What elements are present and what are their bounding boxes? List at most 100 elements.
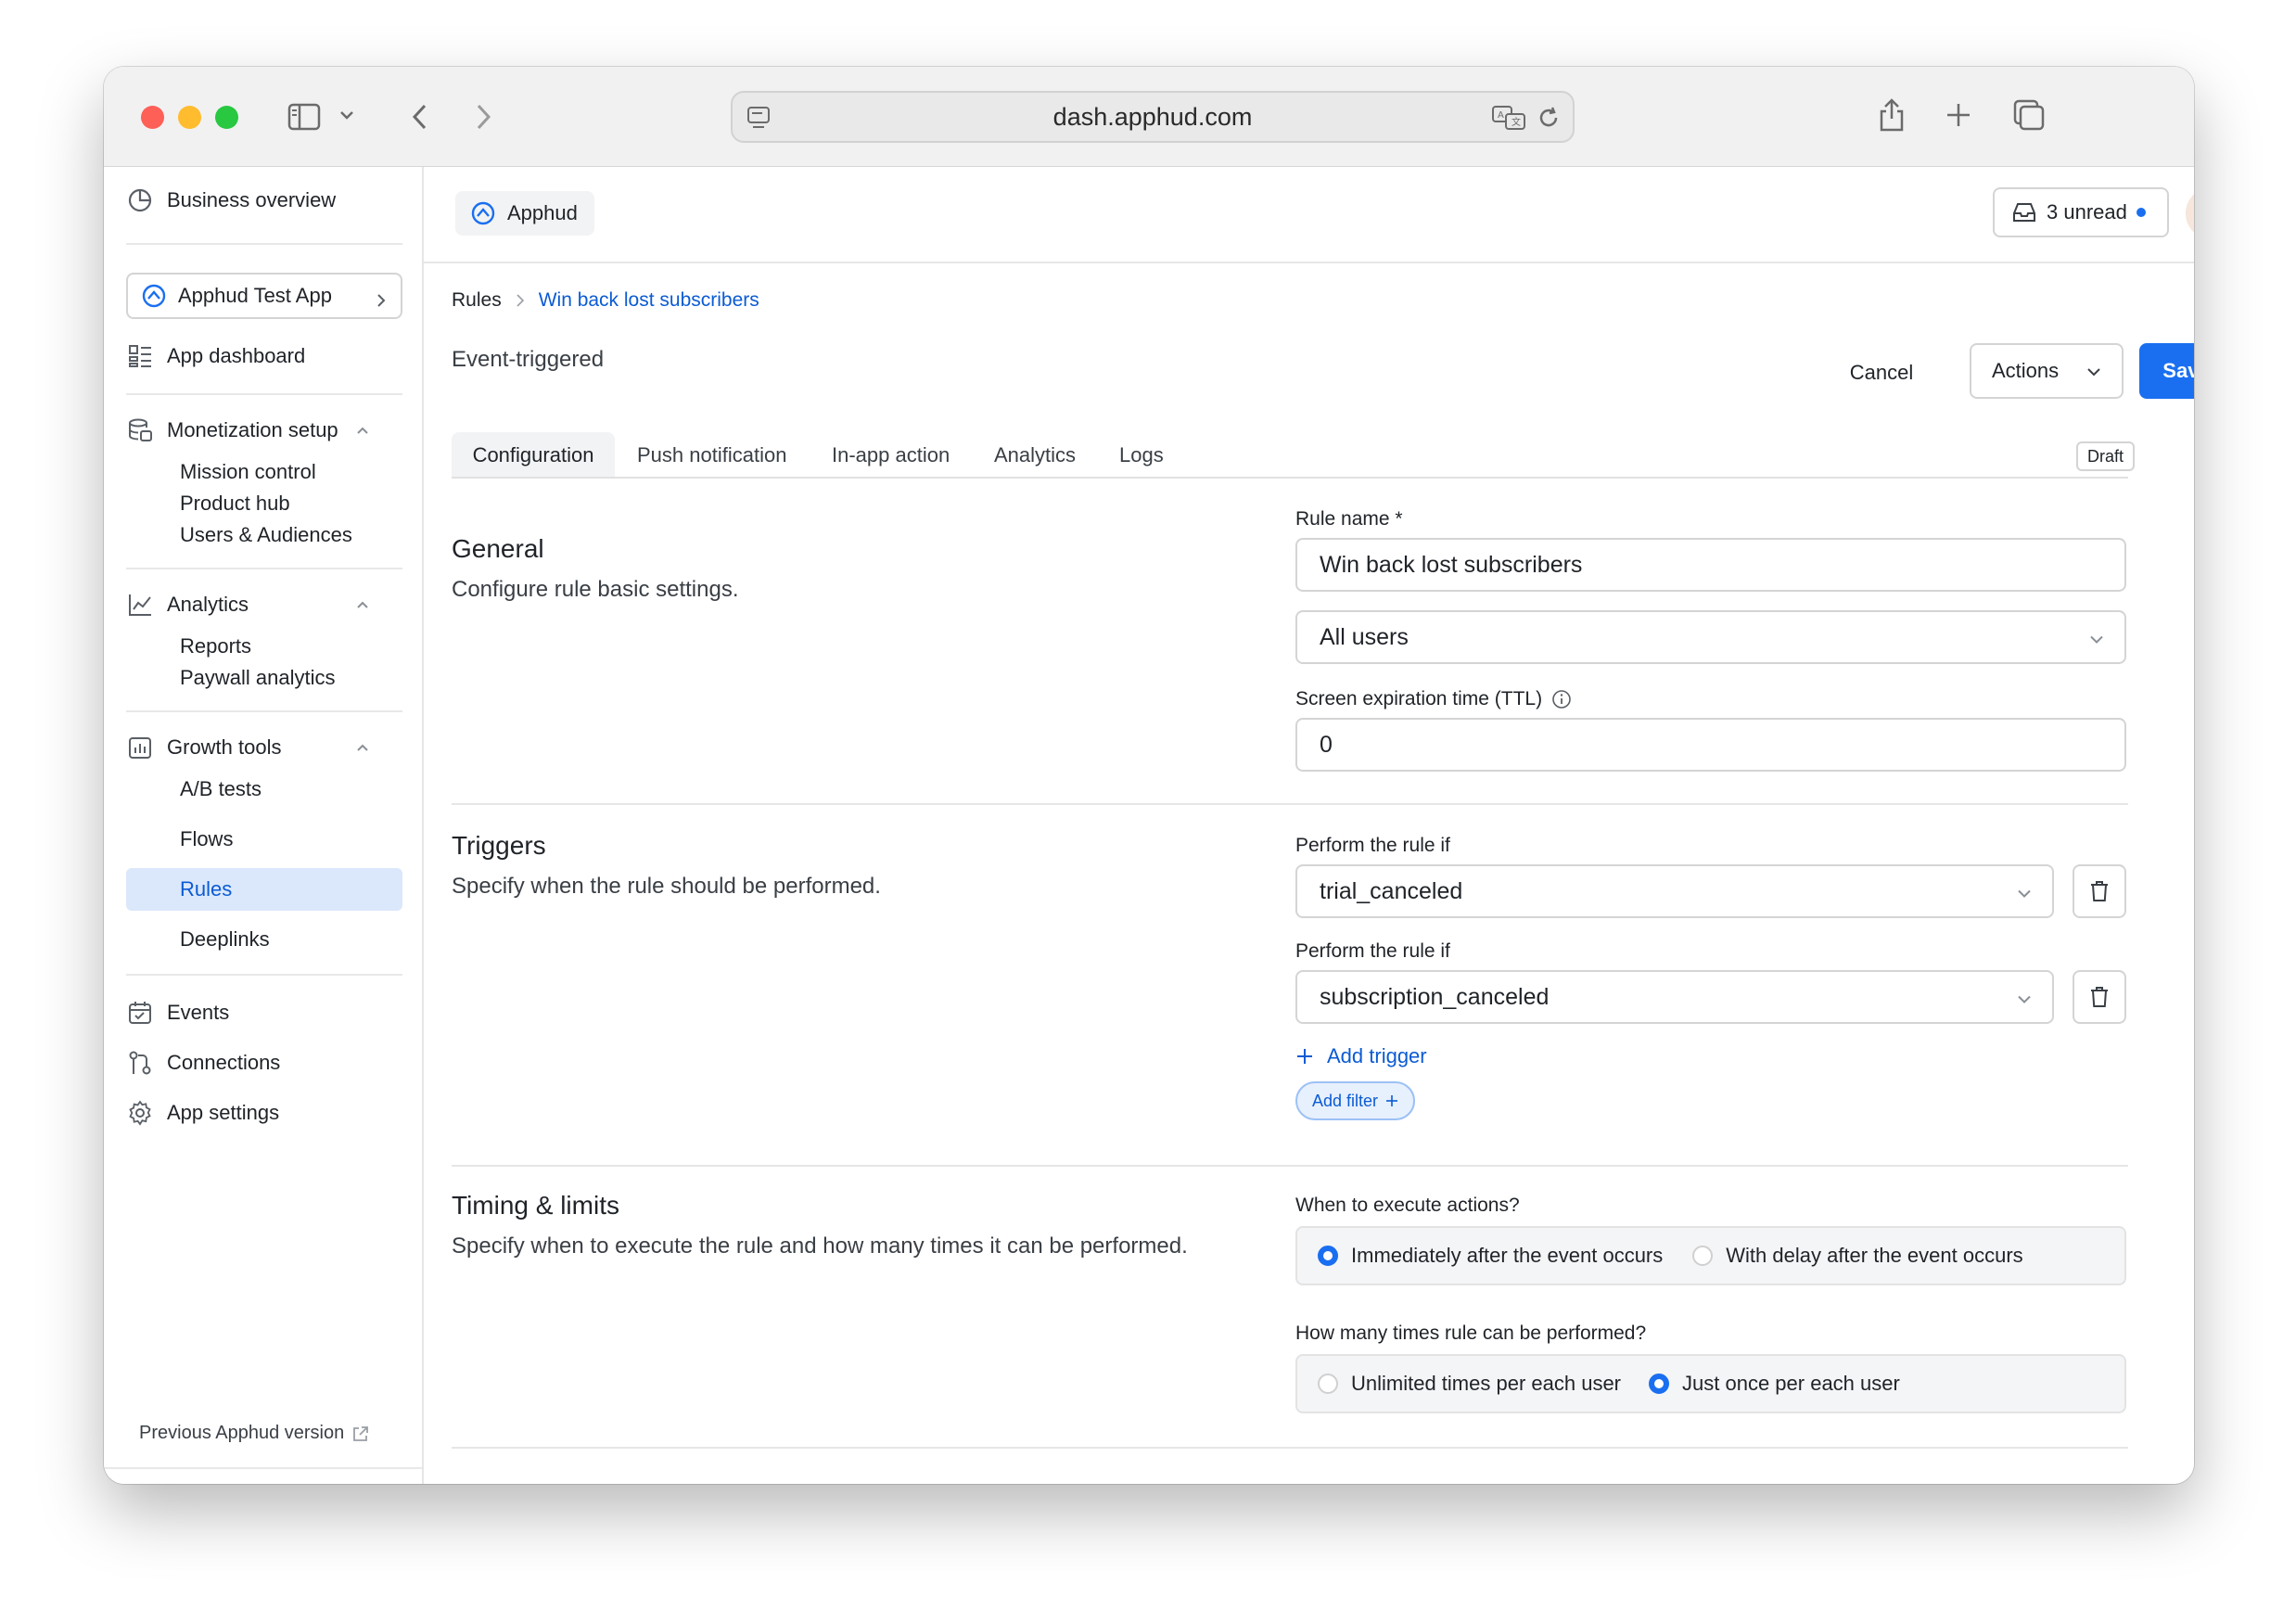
app-selector[interactable]: Apphud Test App (126, 273, 402, 319)
chevron-down-icon (2017, 984, 2032, 1011)
sidebar-item-app-dashboard[interactable]: App dashboard (126, 336, 305, 377)
sidebar-item-label: App dashboard (167, 344, 306, 367)
previous-version-label: Previous Apphud version (139, 1423, 345, 1443)
sidebar-group-monetization[interactable]: Monetization setup (126, 410, 402, 451)
apphud-logo-icon (470, 200, 496, 226)
forward-arrow-icon[interactable] (467, 98, 501, 135)
radio-immediately[interactable]: Immediately after the event occurs (1318, 1244, 1663, 1268)
save-button[interactable]: Save (2139, 343, 2194, 399)
sidebar-group-growth-tools[interactable]: Growth tools (126, 727, 402, 768)
trigger-select[interactable]: trial_canceled (1295, 864, 2054, 918)
sidebar-item-label: Connections (167, 1051, 281, 1074)
sidebar-item-ab-tests[interactable]: A/B tests (126, 768, 402, 811)
app-topbar: Apphud 3 unread (424, 167, 2194, 263)
database-icon (126, 416, 154, 444)
add-trigger-button[interactable]: Add trigger (1295, 1044, 1427, 1068)
sidebar-group-label: Growth tools (167, 735, 282, 759)
ttl-label-row: Screen expiration time (TTL) (1295, 688, 1572, 710)
plus-icon (1385, 1094, 1398, 1107)
cancel-button[interactable]: Cancel (1835, 347, 1928, 399)
translate-icon[interactable]: A文 (1491, 104, 1526, 138)
section-desc-triggers: Specify when the rule should be performe… (452, 874, 881, 899)
chevron-down-icon[interactable] (336, 104, 358, 126)
trigger-value: trial_canceled (1320, 877, 1463, 904)
previous-version-link[interactable]: Previous Apphud version (139, 1423, 370, 1444)
radio-just-once[interactable]: Just once per each user (1649, 1372, 1900, 1396)
brand-chip[interactable]: Apphud (455, 191, 594, 236)
browser-toolbar: dash.apphud.com A文 (104, 67, 2194, 167)
actions-label: Actions (1992, 359, 2060, 382)
tabs-underline (452, 477, 2128, 479)
sidebar-item-business-overview[interactable]: Business overview (126, 180, 336, 221)
section-title-general: General (452, 534, 544, 563)
radio-with-delay[interactable]: With delay after the event occurs (1692, 1244, 2023, 1268)
tab-overview-icon[interactable] (2009, 95, 2049, 135)
minimize-window-button[interactable] (178, 106, 201, 129)
times-label: How many times rule can be performed? (1295, 1323, 1647, 1344)
back-arrow-icon[interactable] (402, 98, 436, 135)
add-trigger-label: Add trigger (1327, 1044, 1427, 1067)
sidebar-item-flows[interactable]: Flows (126, 818, 402, 861)
radio-dot (1318, 1374, 1338, 1394)
status-badge: Draft (2076, 441, 2136, 471)
delete-trigger-button[interactable] (2073, 970, 2126, 1024)
trigger-select[interactable]: subscription_canceled (1295, 970, 2054, 1024)
connections-icon (126, 1049, 154, 1077)
unread-dot (2136, 208, 2146, 217)
site-settings-icon[interactable] (746, 104, 773, 138)
breadcrumb-rules[interactable]: Rules (452, 289, 502, 312)
avatar[interactable] (2186, 187, 2194, 239)
sidebar-item-deeplinks[interactable]: Deeplinks (126, 918, 402, 961)
trigger-label: Perform the rule if (1295, 940, 1450, 962)
radio-unlimited[interactable]: Unlimited times per each user (1318, 1372, 1621, 1396)
chevron-down-icon (2086, 367, 2101, 377)
share-icon[interactable] (1871, 93, 1912, 137)
tab-in-app-action[interactable]: In-app action (832, 432, 950, 479)
tab-configuration[interactable]: Configuration (452, 432, 615, 479)
section-desc-general: Configure rule basic settings. (452, 577, 739, 602)
line-chart-icon (126, 591, 154, 619)
section-divider (452, 1447, 2128, 1449)
sidebar-item-events[interactable]: Events (126, 992, 229, 1033)
chevron-up-icon (356, 424, 369, 437)
address-bar[interactable]: dash.apphud.com A文 (731, 91, 1575, 143)
sidebar-group-label: Analytics (167, 593, 249, 616)
zoom-window-button[interactable] (215, 106, 238, 129)
inbox-icon (2011, 201, 2037, 224)
chevron-down-icon (2017, 878, 2032, 905)
breadcrumb-current[interactable]: Win back lost subscribers (539, 289, 759, 312)
trigger-value: subscription_canceled (1320, 983, 1550, 1010)
ttl-value: 0 (1320, 731, 1333, 758)
sidebar-item-app-settings[interactable]: App settings (126, 1093, 279, 1133)
times-radio-group: Unlimited times per each user Just once … (1295, 1354, 2126, 1413)
sidebar-item-paywall-analytics[interactable]: Paywall analytics (126, 657, 402, 699)
svg-text:A: A (1498, 110, 1504, 121)
close-window-button[interactable] (141, 106, 164, 129)
tab-push-notification[interactable]: Push notification (637, 432, 786, 479)
gear-icon (126, 1099, 154, 1127)
divider (126, 243, 402, 245)
audience-select[interactable]: All users (1295, 610, 2126, 664)
tab-analytics[interactable]: Analytics (994, 432, 1076, 479)
sidebar-item-users-audiences[interactable]: Users & Audiences (126, 514, 402, 556)
rule-name-label: Rule name * (1295, 508, 1403, 530)
section-title-timing: Timing & limits (452, 1191, 619, 1220)
delete-trigger-button[interactable] (2073, 864, 2126, 918)
sidebar-item-connections[interactable]: Connections (126, 1042, 280, 1083)
reload-icon[interactable] (1536, 105, 1562, 137)
sidebar-group-analytics[interactable]: Analytics (126, 584, 402, 625)
browser-window: dash.apphud.com A文 Business overview App… (104, 67, 2194, 1484)
new-tab-icon[interactable] (1940, 96, 1977, 134)
radio-label: Immediately after the event occurs (1351, 1244, 1664, 1267)
rule-name-input[interactable]: Win back lost subscribers (1295, 538, 2126, 592)
chevron-up-icon (356, 741, 369, 754)
tab-logs[interactable]: Logs (1119, 432, 1164, 479)
sidebar-item-rules[interactable]: Rules (126, 868, 402, 911)
sidebar-toggle-icon[interactable] (286, 98, 323, 135)
info-icon[interactable] (1551, 689, 1572, 709)
add-filter-button[interactable]: Add filter (1295, 1081, 1416, 1120)
dashboard-icon (126, 342, 154, 370)
notifications-button[interactable]: 3 unread (1993, 187, 2169, 237)
actions-button[interactable]: Actions (1970, 343, 2124, 399)
ttl-input[interactable]: 0 (1295, 718, 2126, 772)
